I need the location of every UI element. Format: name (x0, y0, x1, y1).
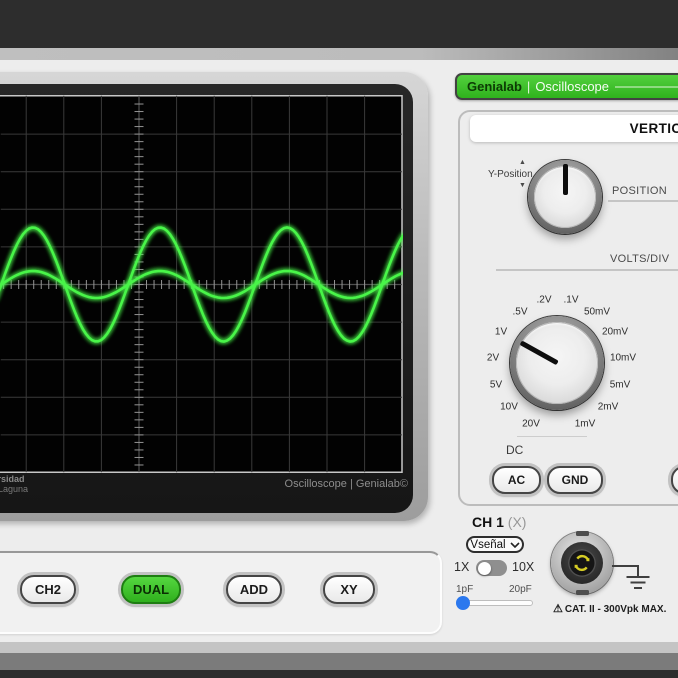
vertical-section-title: VERTICAL (470, 115, 678, 142)
coupling-button-gnd[interactable]: GND (547, 466, 603, 494)
volts-scale-label-10mV: 10mV (610, 353, 636, 364)
bnc-bottom-lug (576, 590, 589, 595)
voltsdiv-underline (496, 269, 678, 271)
top-dark-bar (0, 0, 678, 48)
y-position-knob-pointer (563, 164, 568, 195)
bottom-dark-bar (0, 670, 678, 678)
top-gray-band (0, 48, 678, 60)
app-brand: Genialab (467, 79, 522, 94)
volts-scale-label-2V: 2V (487, 353, 499, 364)
ch1-title-text: CH 1 (472, 514, 504, 530)
ground-icon (610, 550, 655, 590)
university-watermark: Universidad de La Laguna (0, 474, 28, 494)
app-header: Genialab | Oscilloscope (455, 73, 678, 100)
warning-text: CAT. II - 300Vpk MAX. (565, 604, 667, 615)
mode-button-ch2[interactable]: CH2 (20, 575, 76, 604)
y-position-label: Y-Position (488, 169, 533, 180)
position-underline (608, 200, 678, 202)
voltsdiv-bottom-rule (517, 436, 587, 437)
chevron-down-icon (510, 542, 520, 548)
mode-button-dual-label: DUAL (133, 582, 169, 597)
scope-screen (0, 95, 403, 474)
bottom-band-mid (0, 653, 678, 670)
volts-scale-label-5V: 5V (490, 380, 502, 391)
coupling-button-ac[interactable]: AC (492, 466, 541, 494)
probe-10x-label: 10X (512, 560, 534, 574)
mode-button-add-label: ADD (240, 582, 268, 597)
mode-button-ch2-label: CH2 (35, 582, 61, 597)
oscilloscope-app: Universidad de La Laguna Oscilloscope | … (0, 0, 678, 678)
cat-rating-warning: ⚠CAT. II - 300Vpk MAX. (553, 602, 666, 615)
ch1-signal-select[interactable]: Vseñal (466, 536, 524, 553)
mode-button-dual[interactable]: DUAL (121, 575, 181, 604)
position-label: POSITION (612, 185, 667, 197)
mode-button-xy[interactable]: XY (323, 575, 375, 604)
watermark-line1: Universidad (0, 474, 25, 484)
coupling-current-label: DC (506, 443, 523, 457)
mode-button-xy-label: XY (340, 582, 357, 597)
header-rule (615, 86, 678, 88)
compensation-slider-thumb[interactable] (456, 596, 470, 610)
probe-toggle-knob (478, 562, 491, 575)
screen-watermark: Oscilloscope | Genialab© (230, 478, 408, 490)
volts-scale-label-10V: 10V (500, 402, 518, 413)
y-position-down-arrow[interactable]: ▼ (519, 182, 526, 189)
app-header-separator: | (527, 79, 530, 94)
bnc-signal-icon (568, 549, 596, 577)
y-position-up-arrow[interactable]: ▲ (519, 159, 526, 166)
coupling-ac-label: AC (508, 473, 525, 487)
bottom-band-light (0, 642, 678, 653)
mode-button-add[interactable]: ADD (226, 575, 282, 604)
ch1-heading: CH 1 (X) (472, 514, 526, 530)
y-position-knob[interactable] (528, 160, 602, 234)
watermark-line2: de La Laguna (0, 484, 28, 494)
volts-scale-label-1V: 1V (495, 327, 507, 338)
cap-min-label: 1pF (456, 584, 473, 595)
probe-attenuation-toggle[interactable] (476, 560, 507, 576)
volts-scale-label-50mV: 50mV (584, 307, 610, 318)
coupling-gnd-label: GND (562, 473, 589, 487)
bnc-center (568, 549, 596, 577)
volts-scale-label-20mV: 20mV (602, 327, 628, 338)
volts-scale-label-2mV: 2mV (598, 402, 619, 413)
volts-scale-label-1mV: 1mV (575, 419, 596, 430)
volts-scale-label-20V: 20V (522, 419, 540, 430)
bnc-connector[interactable] (551, 532, 613, 594)
volts-scale-label-.1V: .1V (563, 295, 578, 306)
volts-scale-label-.5V: .5V (512, 307, 527, 318)
volts-scale-label-.2V: .2V (536, 295, 551, 306)
cap-max-label: 20pF (509, 584, 532, 595)
warning-triangle-icon: ⚠ (553, 603, 563, 615)
bnc-top-lug (576, 531, 589, 536)
volts-scale-label-5mV: 5mV (610, 380, 631, 391)
app-title: Oscilloscope (535, 79, 609, 94)
ch1-title-suffix: (X) (508, 514, 527, 530)
voltsdiv-label: VOLTS/DIV (610, 253, 669, 265)
probe-1x-label: 1X (454, 560, 469, 574)
ch1-signal-select-value: Vseñal (470, 539, 505, 551)
